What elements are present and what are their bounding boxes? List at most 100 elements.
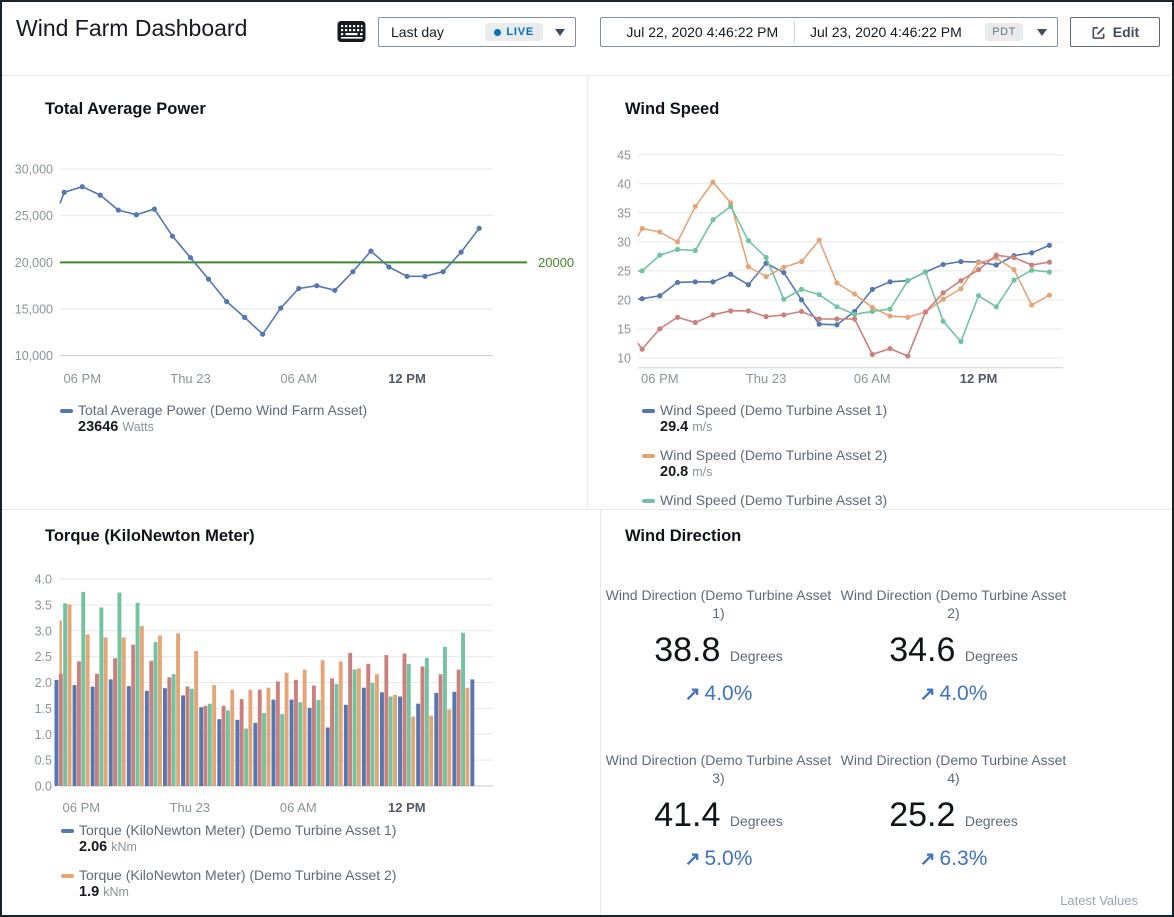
legend-item: Torque (KiloNewton Meter) (Demo Turbine … (61, 867, 396, 912)
legend-swatch-icon (642, 454, 655, 458)
page-title: Wind Farm Dashboard (16, 15, 247, 42)
legend-swatch-icon (61, 829, 74, 833)
trend-percent: 6.3% (940, 847, 988, 870)
x-tick-label: Thu 23 (170, 371, 210, 386)
legend-latest-value: 1.9 kNm (61, 884, 396, 901)
latest-values-label: Latest Values (1060, 893, 1138, 908)
y-tick-label: 25 (617, 264, 631, 278)
legend-label: Wind Speed (Demo Turbine Asset 2) (660, 447, 887, 464)
legend-unit: m/s (692, 420, 712, 434)
legend-unit: kNm (111, 840, 137, 854)
dashboard-window: Wind Farm Dashboard Last day LIVE (0, 0, 1174, 917)
y-tick-label: 10 (617, 351, 631, 365)
legend-swatch-icon (60, 409, 73, 413)
kpi-card: Wind Direction (Demo Turbine Asset2)34.6… (836, 586, 1071, 751)
total-average-power-line-chart[interactable]: 30,00025,00020,00015,00010,00006 PMThu 2… (2, 145, 588, 395)
trend-percent: 5.0% (705, 847, 753, 870)
legend-item: Wind Speed (Demo Turbine Asset 1)29.4 m/… (642, 402, 887, 447)
legend-swatch-icon (642, 499, 655, 503)
torque-bar-chart[interactable]: 4.03.53.02.52.01.51.00.50.006 PMThu 2306… (2, 560, 588, 822)
series-3 (638, 204, 1052, 344)
edit-button[interactable]: Edit (1070, 17, 1160, 47)
y-tick-label: 3.0 (35, 624, 52, 638)
y-tick-label: 3.5 (35, 598, 52, 612)
legend-item: Total Average Power (Demo Wind Farm Asse… (60, 402, 367, 447)
wind-speed-line-chart[interactable]: 454035302520151006 PMThu 2306 AM12 PM (589, 145, 1172, 395)
panel-wind-direction: Wind Direction Wind Direction (Demo Turb… (601, 510, 1172, 915)
legend-item: Wind Speed (Demo Turbine Asset 2)20.8 m/… (642, 447, 887, 492)
y-tick-label: 1.5 (35, 702, 52, 716)
series-4 (638, 253, 1052, 359)
y-tick-label: 10,000 (15, 349, 53, 363)
kpi-card: Wind Direction (Demo Turbine Asset4) 25.2… (836, 751, 1071, 915)
kpi-unit: Degrees (965, 813, 1018, 829)
kpi-label: Wind Direction (Demo Turbine Asset4) (836, 751, 1071, 787)
kpi-trend: ↗5.0% (601, 847, 836, 871)
keyboard-icon (337, 20, 366, 43)
trend-percent: 4.0% (705, 682, 753, 705)
legend-unit: kNm (103, 885, 129, 899)
panel-wind-speed: Wind Speed 454035302520151006 PMThu 2306… (589, 76, 1172, 509)
y-tick-label: 35 (617, 206, 631, 220)
kpi-value: 41.4 Degrees (601, 796, 836, 840)
live-dot-icon (494, 29, 501, 36)
kpi-label: Wind Direction (Demo Turbine Asset1) (601, 586, 836, 622)
chart-legend: Torque (KiloNewton Meter) (Demo Turbine … (61, 822, 396, 915)
x-tick-label: 12 PM (388, 800, 426, 815)
y-tick-label: 0.5 (35, 754, 52, 768)
kpi-value: 25.2 Degrees (836, 796, 1071, 840)
x-tick-label: 06 AM (280, 800, 317, 815)
bar-groups (55, 592, 475, 786)
edit-icon (1091, 25, 1106, 40)
y-tick-label: 0.0 (35, 780, 52, 794)
kpi-unit: Degrees (965, 648, 1018, 664)
x-tick-label: Thu 23 (746, 371, 786, 386)
x-tick-label: 06 PM (63, 800, 101, 815)
chevron-down-icon (555, 29, 565, 36)
legend-label: Total Average Power (Demo Wind Farm Asse… (78, 402, 367, 419)
chart-legend: Wind Speed (Demo Turbine Asset 1)29.4 m/… (642, 402, 887, 509)
kpi-label: Wind Direction (Demo Turbine Asset3) (601, 751, 836, 787)
trend-up-arrow-icon: ↗ (685, 849, 701, 870)
y-tick-label: 45 (617, 148, 631, 162)
x-tick-label: 06 PM (641, 371, 679, 386)
keyboard-shortcuts-button[interactable] (335, 20, 367, 46)
kpi-unit: Degrees (730, 813, 783, 829)
trend-up-arrow-icon: ↗ (920, 684, 936, 705)
legend-label: Wind Speed (Demo Turbine Asset 1) (660, 402, 887, 419)
legend-item: Wind Speed (Demo Turbine Asset 3) (642, 492, 887, 509)
legend-latest-value: 29.4 m/s (642, 419, 887, 436)
y-tick-label: 30,000 (15, 163, 53, 177)
y-tick-label: 15 (617, 322, 631, 336)
kpi-card: Wind Direction (Demo Turbine Asset1)38.8… (601, 586, 836, 751)
x-tick-label: 06 PM (63, 371, 101, 386)
legend-latest-value: 20.8 m/s (642, 464, 887, 481)
y-tick-label: 40 (617, 177, 631, 191)
series-1 (638, 243, 1052, 328)
x-tick-label: 12 PM (388, 371, 426, 386)
panel-title: Wind Direction (625, 527, 741, 546)
legend-unit: m/s (692, 465, 712, 479)
chevron-down-icon (1037, 29, 1047, 36)
y-tick-label: 2.5 (35, 650, 52, 664)
kpi-trend: ↗6.3% (836, 847, 1071, 871)
kpi-card: Wind Direction (Demo Turbine Asset3) 41.4… (601, 751, 836, 915)
trend-up-arrow-icon: ↗ (685, 684, 701, 705)
legend-label: Wind Speed (Demo Turbine Asset 3) (660, 492, 887, 509)
series-2 (638, 179, 1052, 319)
x-tick-label: 06 AM (854, 371, 891, 386)
x-tick-label: 12 PM (960, 371, 998, 386)
panel-title: Torque (KiloNewton Meter) (45, 527, 255, 546)
y-tick-label: 25,000 (15, 209, 53, 223)
date-range-select[interactable]: Jul 22, 2020 4:46:22 PM Jul 23, 2020 4:4… (600, 17, 1058, 47)
y-tick-label: 20 (617, 293, 631, 307)
legend-swatch-icon (642, 409, 655, 413)
kpi-unit: Degrees (730, 648, 783, 664)
kpi-label: Wind Direction (Demo Turbine Asset2) (836, 586, 1071, 622)
y-tick-label: 20,000 (15, 256, 53, 270)
date-range-end: Jul 23, 2020 4:46:22 PM (795, 24, 978, 40)
time-range-select[interactable]: Last day LIVE (378, 17, 576, 47)
panel-title: Total Average Power (45, 100, 206, 119)
legend-swatch-icon (61, 874, 74, 878)
legend-item: Torque (KiloNewton Meter) (Demo Turbine … (61, 822, 396, 867)
